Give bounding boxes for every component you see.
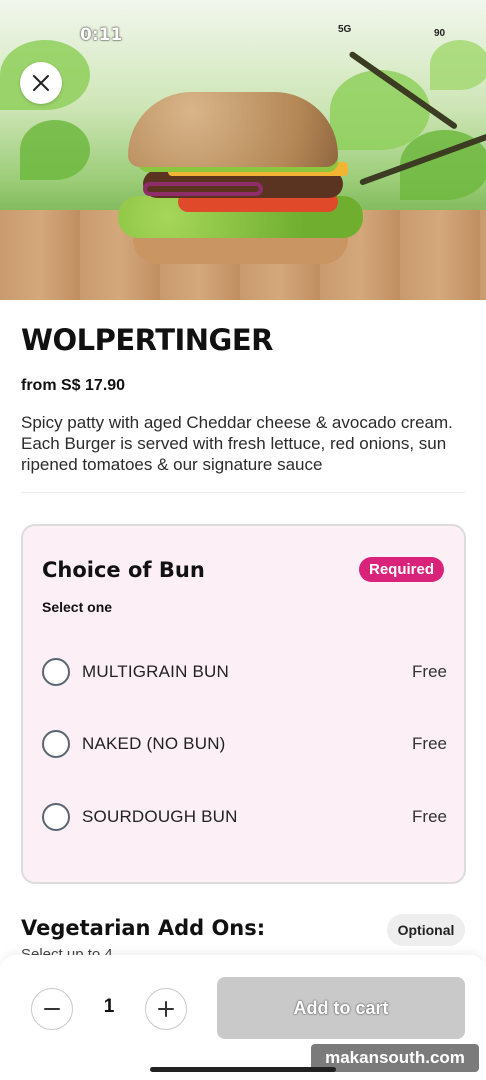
product-info: WOLPERTINGER from S$ 17.90 Spicy patty w… — [21, 323, 465, 475]
bottom-action-bar: 1 Add to cart makansouth.com — [0, 955, 486, 1080]
addons-section-title: Vegetarian Add Ons: — [21, 916, 266, 940]
option-label: SOURDOUGH BUN — [82, 807, 238, 826]
burger-illustration — [118, 92, 368, 272]
radio-button[interactable] — [42, 658, 70, 686]
plus-icon — [158, 1001, 174, 1017]
section-title: Choice of Bun — [42, 558, 205, 582]
home-indicator — [150, 1067, 336, 1072]
watermark: makansouth.com — [311, 1044, 479, 1072]
bun-option-sourdough[interactable]: SOURDOUGH BUN Free — [42, 801, 447, 833]
status-time: 0:11 — [80, 25, 123, 45]
product-price: from S$ 17.90 — [21, 377, 126, 394]
bun-choice-section: Choice of Bun Required Select one MULTIG… — [21, 524, 466, 884]
radio-button[interactable] — [42, 803, 70, 831]
option-price: Free — [412, 662, 447, 681]
option-price: Free — [412, 807, 447, 826]
bun-option-multigrain[interactable]: MULTIGRAIN BUN Free — [42, 656, 447, 688]
radio-button[interactable] — [42, 730, 70, 758]
option-price: Free — [412, 734, 447, 753]
optional-badge: Optional — [387, 914, 465, 946]
increase-quantity-button[interactable] — [145, 988, 187, 1030]
minus-icon — [44, 1008, 60, 1010]
close-icon — [33, 75, 49, 91]
network-indicator: 5G — [338, 24, 352, 35]
status-bar: 0:11 5G 90 — [0, 0, 486, 60]
required-badge: Required — [358, 557, 444, 582]
add-to-cart-button[interactable]: Add to cart — [217, 977, 465, 1039]
bun-option-naked[interactable]: NAKED (NO BUN) Free — [42, 728, 447, 760]
product-title: WOLPERTINGER — [21, 323, 274, 357]
product-description: Spicy patty with aged Cheddar cheese & a… — [21, 413, 453, 474]
option-label: MULTIGRAIN BUN — [82, 662, 229, 681]
battery-indicator: 90 — [434, 28, 446, 39]
close-button[interactable] — [20, 62, 62, 104]
section-subtitle: Select one — [42, 599, 113, 615]
divider — [21, 492, 465, 493]
option-label: NAKED (NO BUN) — [82, 734, 226, 753]
quantity-value: 1 — [103, 996, 115, 1017]
decrease-quantity-button[interactable] — [31, 988, 73, 1030]
